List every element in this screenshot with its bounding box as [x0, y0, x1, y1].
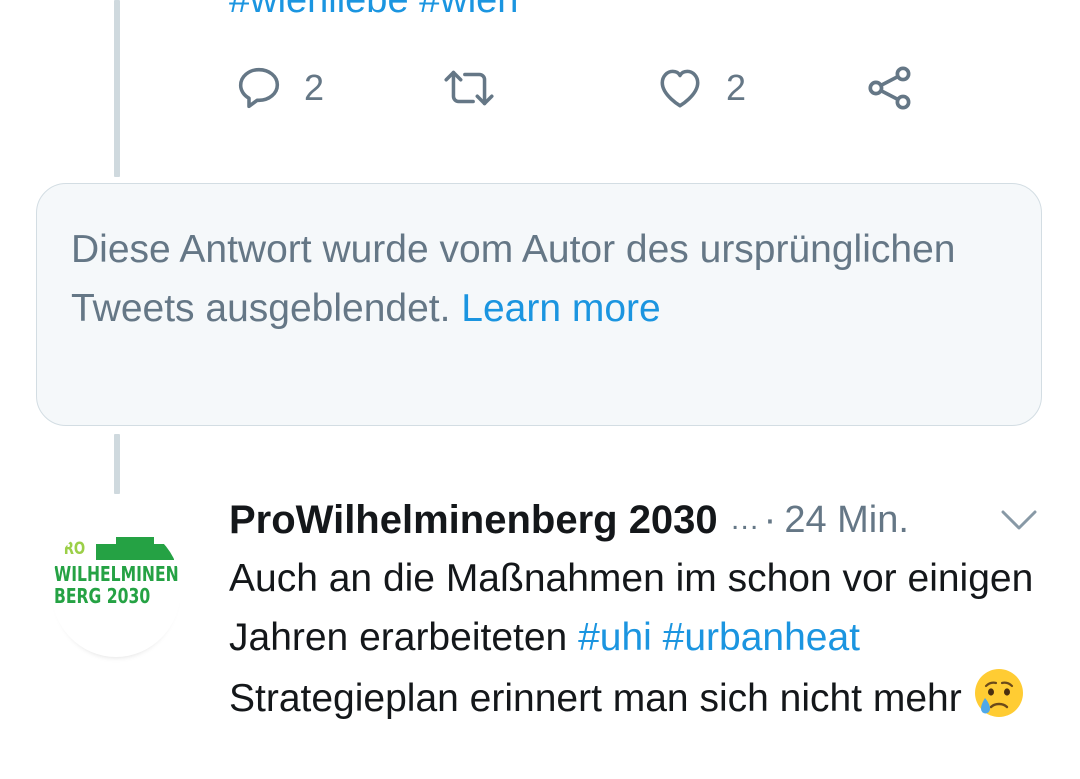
- avatar-logo-line2: WILHELMINEN: [54, 562, 179, 586]
- share-button[interactable]: [864, 58, 916, 118]
- learn-more-link[interactable]: Learn more: [461, 287, 660, 330]
- like-count: 2: [726, 67, 747, 108]
- tweet-text-part2: Strategieplan erinnert man sich nicht me…: [229, 677, 973, 720]
- reply-count: 2: [304, 67, 325, 108]
- tweet-timestamp[interactable]: 24 Min.: [784, 499, 909, 542]
- avatar-logo-line1: PRO: [54, 539, 86, 559]
- previous-tweet-hashtags[interactable]: #wienliebe #wien: [229, 0, 518, 22]
- like-button[interactable]: 2: [654, 58, 746, 118]
- tweet-body: Auch an die Maßnahmen im schon vor einig…: [229, 550, 1049, 729]
- author-name[interactable]: ProWilhelminenberg 2030: [229, 498, 718, 543]
- avatar-building-graphic: [96, 537, 174, 560]
- avatar[interactable]: PRO WILHELMINEN BERG 2030: [51, 522, 181, 657]
- tweet-header: ProWilhelminenberg 2030 … · 24 Min.: [229, 490, 1049, 550]
- retweet-icon: [440, 63, 498, 113]
- tweet-action-bar: 2 2: [0, 58, 1080, 118]
- chevron-down-icon[interactable]: [999, 506, 1039, 539]
- reply-icon: [234, 63, 284, 113]
- name-truncation: …: [729, 503, 760, 536]
- share-icon: [864, 62, 916, 114]
- thread-line-bottom: [114, 434, 120, 494]
- avatar-logo-line3: BERG 2030: [54, 584, 151, 608]
- reply-button[interactable]: 2: [234, 58, 324, 118]
- hashtag-urbanheat[interactable]: #urbanheat: [663, 616, 860, 659]
- hidden-reply-notice: Diese Antwort wurde vom Autor des ursprü…: [36, 183, 1042, 426]
- hashtag-uhi[interactable]: #uhi: [578, 616, 652, 659]
- crying-face-emoji-icon: [973, 667, 1025, 719]
- heart-icon: [654, 63, 706, 113]
- separator-dot: ·: [763, 498, 777, 541]
- hidden-reply-message: Diese Antwort wurde vom Autor des ursprü…: [71, 220, 991, 338]
- retweet-button[interactable]: [440, 58, 518, 118]
